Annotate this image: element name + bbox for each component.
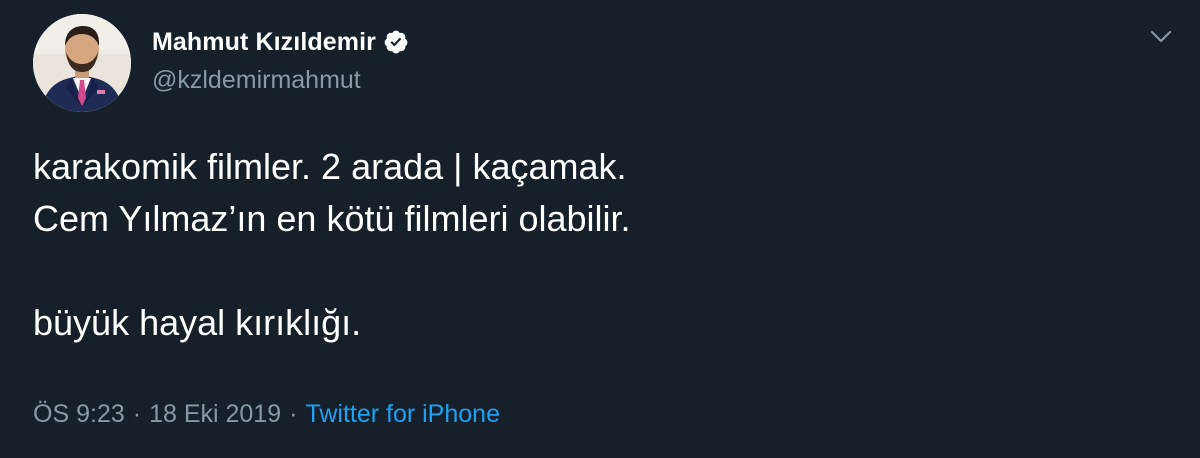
tweet-time[interactable]: ÖS 9:23 [33,400,125,429]
tweet-date[interactable]: 18 Eki 2019 [149,400,281,429]
tweet-meta: ÖS 9:23 · 18 Eki 2019 · Twitter for iPho… [33,400,500,429]
tweet-card: Mahmut Kızıldemir @kzldemirmahmut karako… [0,0,1200,458]
author-handle[interactable]: @kzldemirmahmut [152,66,361,95]
tweet-line: karakomik filmler. 2 arada | kaçamak. [33,146,627,187]
tweet-text: karakomik filmler. 2 arada | kaçamak. Ce… [33,141,1163,349]
author-name-row[interactable]: Mahmut Kızıldemir [152,26,409,58]
meta-separator: · [132,400,142,428]
meta-separator: · [289,400,298,428]
tweet-source-link[interactable]: Twitter for iPhone [305,400,500,429]
avatar-image [33,14,131,112]
tweet-line: Cem Yılmaz’ın en kötü filmleri olabilir. [33,198,631,239]
chevron-down-icon[interactable] [1147,22,1175,50]
verified-badge-icon [383,29,409,55]
author-display-name[interactable]: Mahmut Kızıldemir [152,28,376,57]
avatar[interactable] [33,14,131,112]
tweet-line: büyük hayal kırıklığı. [33,302,362,343]
